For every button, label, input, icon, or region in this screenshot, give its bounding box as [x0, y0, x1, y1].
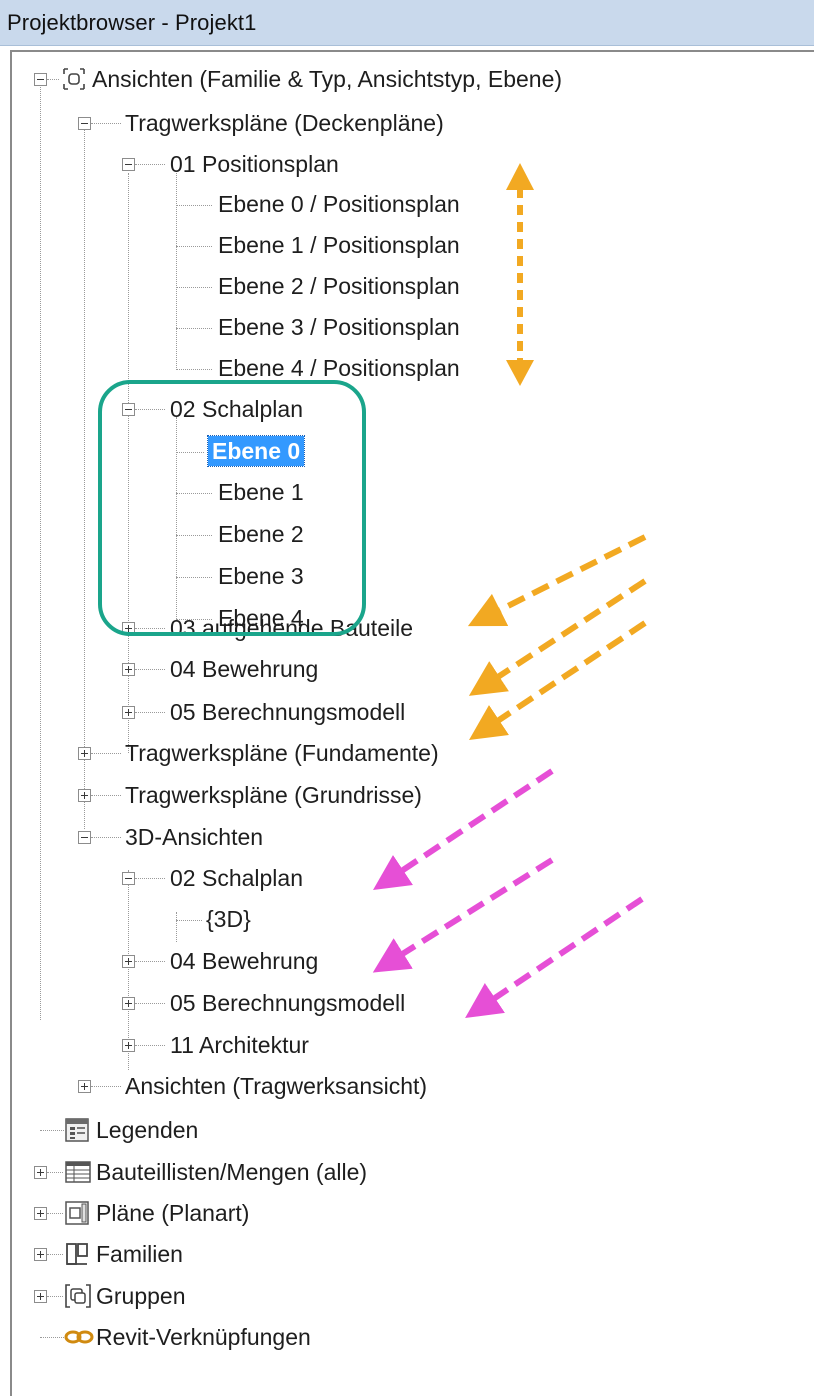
node-label: 3D-Ansichten — [125, 824, 264, 850]
node-label: Familien — [96, 1241, 183, 1267]
node-label: Ebene 2 — [218, 521, 304, 547]
expand-toggle[interactable] — [122, 955, 135, 968]
schedule-icon — [65, 1161, 91, 1183]
node-label: Revit-Verknüpfungen — [96, 1324, 311, 1350]
tree-line — [176, 912, 177, 942]
expand-toggle[interactable] — [78, 789, 91, 802]
node-label: Ansichten (Tragwerksansicht) — [125, 1073, 428, 1099]
collapse-toggle[interactable] — [34, 73, 47, 86]
expand-toggle[interactable] — [122, 1039, 135, 1052]
title-bar: Projektbrowser - Projekt1 — [0, 0, 814, 46]
node-label: Pläne (Planart) — [96, 1200, 250, 1226]
expand-toggle[interactable] — [34, 1207, 47, 1220]
node-label: Legenden — [96, 1117, 199, 1143]
expand-toggle[interactable] — [34, 1166, 47, 1179]
expand-toggle[interactable] — [34, 1290, 47, 1303]
expand-toggle[interactable] — [122, 622, 135, 635]
group-icon — [65, 1284, 91, 1308]
collapse-toggle[interactable] — [122, 403, 135, 416]
node-label: Tragwerkspläne (Fundamente) — [125, 740, 439, 766]
node-label: Ebene 1 — [218, 479, 304, 505]
family-icon — [66, 1243, 88, 1265]
node-label: Ebene 2 / Positionsplan — [218, 273, 460, 299]
node-label: Tragwerkspläne (Grundrisse) — [125, 782, 422, 808]
view-icon — [63, 68, 85, 90]
node-label: Tragwerkspläne (Deckenpläne) — [125, 110, 444, 136]
expand-toggle[interactable] — [78, 747, 91, 760]
node-label: 04 Bewehrung — [170, 656, 319, 682]
expand-toggle[interactable] — [78, 1080, 91, 1093]
node-label: 05 Berechnungsmodell — [170, 699, 406, 725]
expand-toggle[interactable] — [122, 706, 135, 719]
node-label: Ebene 0 / Positionsplan — [218, 191, 460, 217]
node-label: {3D} — [206, 906, 251, 932]
window-title: Projektbrowser - Projekt1 — [7, 10, 257, 35]
tree-line — [84, 129, 85, 829]
sheet-icon — [65, 1201, 89, 1225]
node-label: 11 Architektur — [170, 1032, 309, 1058]
selected-item-label: Ebene 0 — [206, 435, 306, 467]
node-label: Gruppen — [96, 1283, 186, 1309]
node-label: 02 Schalplan — [170, 396, 303, 422]
node-label: 03 aufgehende Bauteile — [170, 615, 413, 641]
collapse-toggle[interactable] — [122, 158, 135, 171]
node-label: 05 Berechnungsmodell — [170, 990, 406, 1016]
tree-line — [176, 417, 177, 619]
tree-line — [176, 173, 177, 368]
node-label: 02 Schalplan — [170, 865, 303, 891]
node-label: Ebene 4 / Positionsplan — [218, 355, 460, 381]
collapse-toggle[interactable] — [78, 831, 91, 844]
node-label: Ebene 3 / Positionsplan — [218, 314, 460, 340]
tree-line — [40, 84, 41, 1020]
expand-toggle[interactable] — [122, 663, 135, 676]
link-icon — [64, 1330, 94, 1344]
expand-toggle[interactable] — [34, 1248, 47, 1261]
node-label: Ansichten (Familie & Typ, Ansichtstyp, E… — [92, 66, 563, 92]
legend-icon — [65, 1118, 89, 1142]
node-label: Bauteillisten/Mengen (alle) — [96, 1159, 368, 1185]
expand-toggle[interactable] — [122, 997, 135, 1010]
node-label: Ebene 1 / Positionsplan — [218, 232, 460, 258]
collapse-toggle[interactable] — [122, 872, 135, 885]
node-label: Ebene 3 — [218, 563, 304, 589]
node-label: 04 Bewehrung — [170, 948, 319, 974]
node-label: 01 Positionsplan — [170, 151, 339, 177]
collapse-toggle[interactable] — [78, 117, 91, 130]
